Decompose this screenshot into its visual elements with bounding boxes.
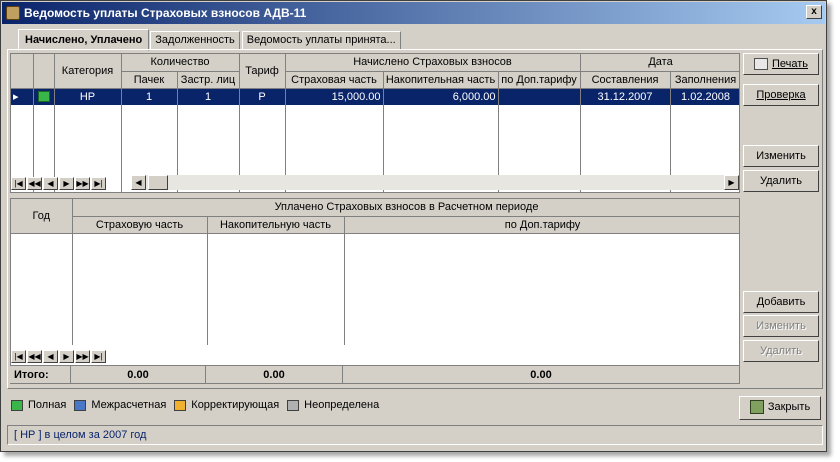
legend: Полная Межрасчетная Корректирующая Неопр… bbox=[11, 399, 387, 411]
title-bar: Ведомость уплаты Страховых взносов АДВ-1… bbox=[2, 2, 825, 24]
header-zapolnenia[interactable]: Заполнения bbox=[670, 71, 739, 89]
header-dop-paid[interactable]: по Доп.тарифу bbox=[344, 216, 739, 234]
charges-grid[interactable]: Категория Количество Тариф Начислено Стр… bbox=[10, 53, 740, 193]
blue-record-icon bbox=[74, 399, 87, 411]
legend-label: Корректирующая bbox=[191, 399, 280, 411]
bottom-navigator: |◀ ◀◀ ◀ ▶ ▶▶ ▶| bbox=[11, 349, 107, 363]
charges-table: Категория Количество Тариф Начислено Стр… bbox=[11, 54, 739, 192]
check-button[interactable]: Проверка bbox=[743, 84, 819, 106]
close-label: Закрыть bbox=[767, 401, 811, 413]
cell-sostavlenia[interactable]: 31.12.2007 bbox=[580, 88, 671, 105]
nav-first-button[interactable]: |◀ bbox=[11, 349, 26, 363]
nav-first-button[interactable]: |◀ bbox=[11, 176, 26, 190]
edit-top-label: Изменить bbox=[756, 150, 806, 162]
delete-top-label: Удалить bbox=[760, 175, 802, 187]
header-tarif[interactable]: Тариф bbox=[239, 54, 286, 89]
scroll-left-icon[interactable]: ◀ bbox=[131, 175, 146, 190]
header-nakop[interactable]: Накопительная часть bbox=[383, 71, 499, 89]
nav-prev-page-button[interactable]: ◀◀ bbox=[27, 349, 42, 363]
legend-item: Неопределена bbox=[287, 399, 379, 411]
app-icon bbox=[6, 6, 20, 20]
total-nakop: 0.00 bbox=[206, 366, 343, 384]
horizontal-scrollbar[interactable]: ◀ ▶ bbox=[131, 175, 739, 190]
green-record-icon bbox=[11, 399, 23, 411]
indicator-header bbox=[11, 54, 34, 89]
legend-label: Межрасчетная bbox=[91, 399, 167, 411]
header-kategoria[interactable]: Категория bbox=[54, 54, 122, 89]
edit-top-button[interactable]: Изменить bbox=[743, 145, 819, 167]
header-uplacheno: Уплачено Страховых взносов в Расчетном п… bbox=[72, 199, 739, 217]
door-exit-icon bbox=[749, 400, 764, 415]
nav-prev-page-button[interactable]: ◀◀ bbox=[27, 176, 42, 190]
total-dop: 0.00 bbox=[343, 366, 740, 384]
nav-next-button[interactable]: ▶ bbox=[59, 176, 74, 190]
delete-top-button[interactable]: Удалить bbox=[743, 170, 819, 192]
edit-bottom-label: Изменить bbox=[756, 320, 806, 332]
top-navigator: |◀ ◀◀ ◀ ▶ ▶▶ ▶| bbox=[11, 176, 107, 190]
status-bar: [ НР ] в целом за 2007 год bbox=[7, 425, 823, 445]
add-button[interactable]: Добавить bbox=[743, 291, 819, 313]
gray-record-icon bbox=[287, 399, 300, 411]
header-dop[interactable]: по Доп.тарифу bbox=[498, 71, 581, 89]
edit-bottom-button[interactable]: Изменить bbox=[743, 315, 819, 337]
header-strah-paid[interactable]: Страховую часть bbox=[72, 216, 208, 234]
tab-nachisleno[interactable]: Начислено, Уплачено bbox=[18, 29, 150, 51]
legend-item: Межрасчетная bbox=[74, 399, 166, 411]
payments-grid[interactable]: Год Уплачено Страховых взносов в Расчетн… bbox=[10, 198, 740, 384]
header-nakop-paid[interactable]: Накопительную часть bbox=[207, 216, 345, 234]
legend-label: Неопределена bbox=[304, 399, 380, 411]
scroll-thumb[interactable] bbox=[148, 175, 168, 190]
orange-record-icon bbox=[174, 399, 187, 411]
cell-dop[interactable] bbox=[498, 88, 581, 105]
legend-item: Корректирующая bbox=[174, 399, 279, 411]
cell-pachek[interactable]: 1 bbox=[121, 88, 178, 105]
nav-prev-button[interactable]: ◀ bbox=[43, 349, 58, 363]
printer-icon bbox=[753, 58, 768, 71]
nav-next-page-button[interactable]: ▶▶ bbox=[75, 176, 90, 190]
add-label: Добавить bbox=[756, 296, 806, 308]
cell-tarif[interactable]: Р bbox=[239, 88, 286, 105]
print-label: Печать bbox=[771, 58, 809, 70]
nav-last-button[interactable]: ▶| bbox=[91, 176, 106, 190]
cell-nakop[interactable]: 6,000.00 bbox=[383, 88, 499, 105]
delete-bottom-label: Удалить bbox=[760, 345, 802, 357]
row-indicator: ▸ bbox=[11, 88, 34, 105]
header-sostavlenia[interactable]: Составления bbox=[580, 71, 671, 89]
legend-item: Полная bbox=[11, 399, 66, 411]
print-button[interactable]: Печать bbox=[743, 53, 819, 75]
delete-bottom-button[interactable]: Удалить bbox=[743, 340, 819, 362]
header-strah[interactable]: Страховая часть bbox=[285, 71, 384, 89]
scroll-right-icon[interactable]: ▶ bbox=[724, 175, 739, 190]
nav-last-button[interactable]: ▶| bbox=[91, 349, 106, 363]
totals-label: Итого: bbox=[10, 366, 71, 384]
tab-zadolzhennost[interactable]: Задолженность bbox=[150, 31, 240, 50]
main-window: Ведомость уплаты Страховых взносов АДВ-1… bbox=[0, 0, 827, 452]
green-record-icon bbox=[33, 88, 55, 105]
icon-header bbox=[33, 54, 55, 89]
nav-next-page-button[interactable]: ▶▶ bbox=[75, 349, 90, 363]
totals-row: Итого: 0.00 0.00 0.00 bbox=[10, 365, 740, 384]
close-window-button[interactable]: x bbox=[806, 5, 822, 19]
window-title: Ведомость уплаты Страховых взносов АДВ-1… bbox=[24, 6, 307, 20]
legend-label: Полная bbox=[28, 399, 67, 411]
cell-strah[interactable]: 15,000.00 bbox=[285, 88, 384, 105]
payments-table: Год Уплачено Страховых взносов в Расчетн… bbox=[11, 199, 739, 345]
header-zastr[interactable]: Застр. лиц bbox=[177, 71, 240, 89]
table-row[interactable]: ▸ НР 1 1 Р 15,000.00 6,000.00 31.12.2007… bbox=[11, 88, 739, 105]
header-kolichestvo: Количество bbox=[121, 54, 240, 72]
nav-prev-button[interactable]: ◀ bbox=[43, 176, 58, 190]
header-nachisleno: Начислено Страховых взносов bbox=[285, 54, 581, 72]
header-data: Дата bbox=[580, 54, 739, 72]
check-label: Проверка bbox=[756, 89, 806, 101]
tab-vedomost-prinyata[interactable]: Ведомость уплаты принята... bbox=[241, 31, 401, 50]
total-strah: 0.00 bbox=[71, 366, 206, 384]
cell-zapolnenia[interactable]: 1.02.2008 bbox=[670, 88, 739, 105]
header-god[interactable]: Год bbox=[11, 199, 73, 234]
close-button[interactable]: Закрыть bbox=[739, 396, 821, 420]
header-pachek[interactable]: Пачек bbox=[121, 71, 178, 89]
cell-zastr[interactable]: 1 bbox=[177, 88, 240, 105]
nav-next-button[interactable]: ▶ bbox=[59, 349, 74, 363]
cell-kategoria[interactable]: НР bbox=[54, 88, 122, 105]
tab-strip: Начислено, Уплачено Задолженность Ведомо… bbox=[18, 28, 403, 51]
